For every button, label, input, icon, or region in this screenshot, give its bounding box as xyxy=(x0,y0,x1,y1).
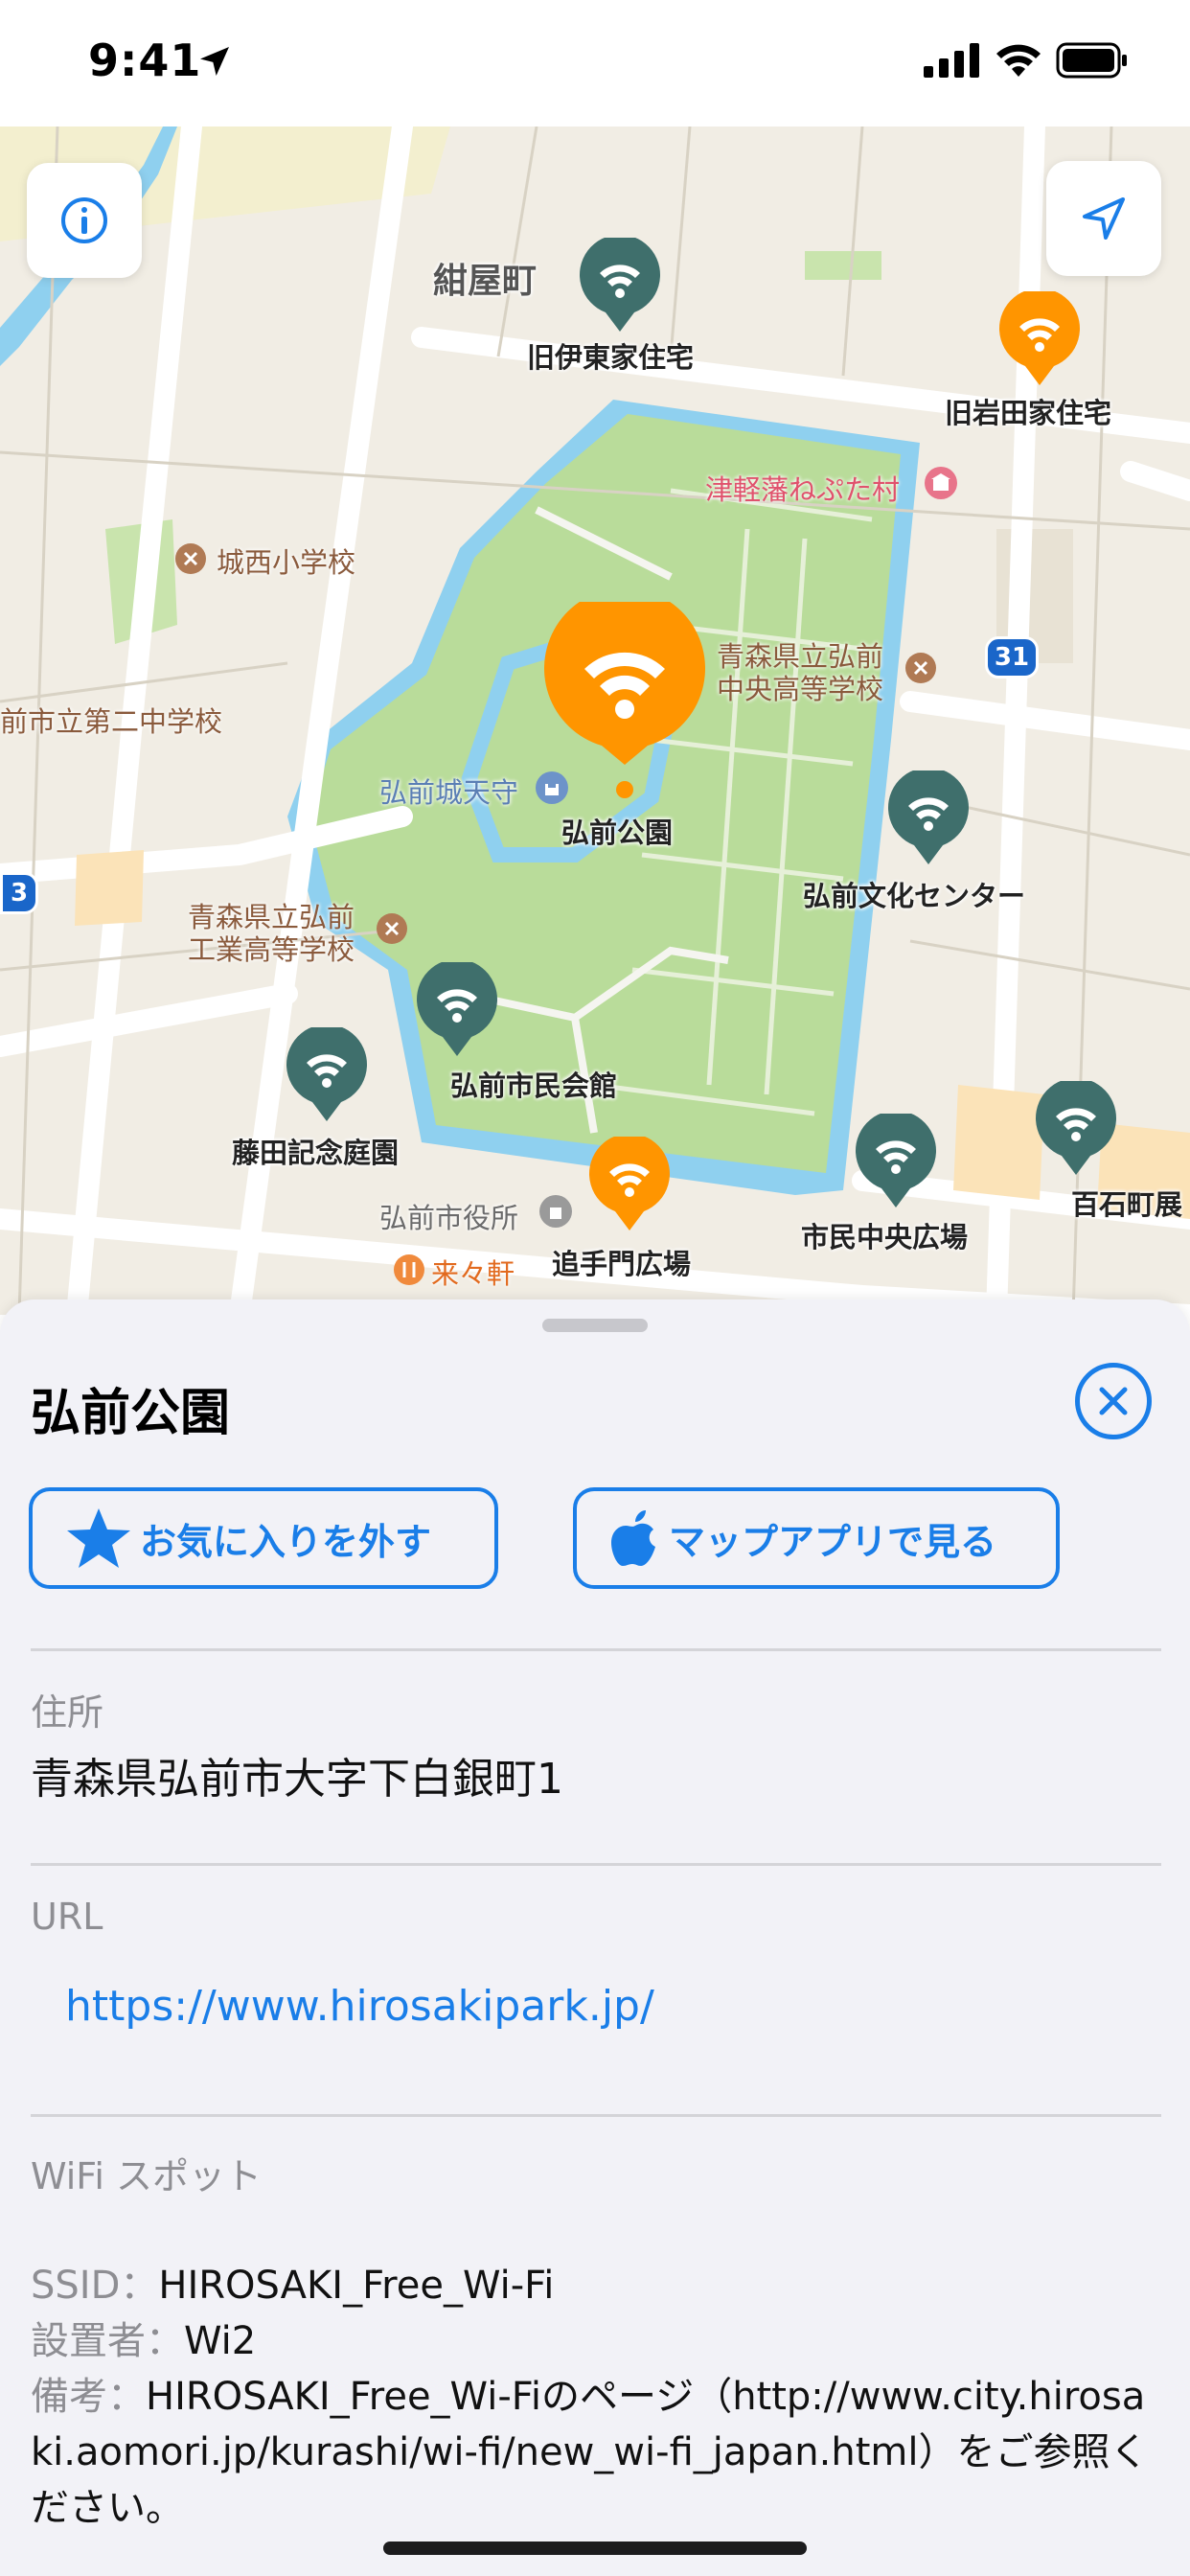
apple-logo-icon xyxy=(611,1510,655,1566)
map-view[interactable]: 紺屋町 旧伊東家住宅 旧岩田家住宅 津軽藩ねぷた村 城西小学校 青森県立弘前 中… xyxy=(0,126,1190,1315)
map-label-daini-jhs: 前市立第二中学校 xyxy=(0,705,223,738)
map-label-hyakkokumachi[interactable]: 百石町展 xyxy=(1071,1183,1182,1223)
status-bar: 9:41 xyxy=(0,0,1190,126)
map-label-shimin-kaikan[interactable]: 弘前市民会館 xyxy=(450,1064,617,1104)
restaurant-poi-icon xyxy=(394,1254,424,1285)
wifi-hotspot-pin[interactable] xyxy=(1035,1077,1117,1177)
divider xyxy=(31,2114,1161,2117)
map-label-fujita-garden[interactable]: 藤田記念庭園 xyxy=(232,1131,399,1171)
ssid-value: HIROSAKI_Free_Wi-Fi xyxy=(158,2264,555,2308)
remove-favorite-label: お気に入りを外す xyxy=(140,1520,432,1563)
school-poi-icon xyxy=(377,913,407,944)
government-poi-icon xyxy=(539,1195,572,1228)
wifi-hotspot-pin[interactable] xyxy=(887,767,970,866)
home-indicator xyxy=(383,2542,807,2555)
favorite-wifi-hotspot-pin[interactable] xyxy=(588,1133,671,1232)
info-icon xyxy=(61,197,107,243)
school-poi-icon xyxy=(175,543,206,574)
map-label-otemon-hiroba[interactable]: 追手門広場 xyxy=(552,1242,691,1282)
map-label-kogyo-hs-2: 工業高等学校 xyxy=(188,933,355,966)
map-label-kyu-ito[interactable]: 旧伊東家住宅 xyxy=(527,335,694,376)
map-label-kyu-iwata[interactable]: 旧岩田家住宅 xyxy=(945,391,1111,431)
cellular-signal-icon xyxy=(924,43,979,78)
address-value: 青森県弘前市大字下白銀町1 xyxy=(31,1755,563,1804)
wifi-hotspot-pin[interactable] xyxy=(855,1110,937,1209)
note-row: 備考：HIROSAKI_Free_Wi-Fiのページ（http://www.ci… xyxy=(31,2369,1161,2536)
wifi-hotspot-pin[interactable] xyxy=(416,958,498,1058)
close-button[interactable] xyxy=(1075,1363,1152,1439)
note-key: 備考： xyxy=(31,2375,146,2419)
ssid-key: SSID： xyxy=(31,2264,159,2308)
status-indicators xyxy=(924,42,1129,79)
location-arrow-icon xyxy=(1083,197,1125,240)
wifi-details: SSID：HIROSAKI_Free_Wi-Fi 設置者：Wi2 備考：HIRO… xyxy=(31,2258,1161,2536)
remove-favorite-button[interactable]: お気に入りを外す xyxy=(29,1487,498,1589)
route-shield-31: 31 xyxy=(985,636,1039,678)
museum-poi-icon xyxy=(925,467,957,499)
map-label-konyamachi: 紺屋町 xyxy=(433,262,538,301)
url-link[interactable]: https://www.hirosakipark.jp/ xyxy=(65,1982,654,2031)
school-poi-icon xyxy=(905,653,936,683)
divider xyxy=(31,1648,1161,1651)
installer-value: Wi2 xyxy=(184,2319,257,2363)
place-title: 弘前公園 xyxy=(31,1385,231,1442)
divider xyxy=(31,1863,1161,1866)
route-shield-3: 3 xyxy=(0,872,38,914)
wifi-hotspot-pin[interactable] xyxy=(579,234,661,334)
map-label-rairaiken: 来々軒 xyxy=(431,1257,515,1290)
map-label-neputa-mura: 津軽藩ねぷた村 xyxy=(705,473,901,506)
star-icon xyxy=(67,1508,130,1568)
info-button[interactable] xyxy=(27,163,142,278)
status-time: 9:41 xyxy=(88,34,202,86)
note-value: HIROSAKI_Free_Wi-Fiのページ（http://www.city.… xyxy=(31,2375,1149,2530)
map-label-bunka-center[interactable]: 弘前文化センター xyxy=(803,874,1025,914)
address-label: 住所 xyxy=(31,1691,104,1734)
installer-row: 設置者：Wi2 xyxy=(31,2313,1161,2369)
wifi-spot-label: WiFi スポット xyxy=(31,2155,263,2197)
sheet-grabber[interactable] xyxy=(542,1319,648,1332)
map-label-city-hall: 弘前市役所 xyxy=(379,1202,519,1234)
map-label-hirosaki-park[interactable]: 弘前公園 xyxy=(561,811,673,851)
location-arrow-icon xyxy=(200,47,229,76)
map-label-shimin-chuo-hiroba[interactable]: 市民中央広場 xyxy=(801,1215,968,1255)
favorite-wifi-hotspot-pin[interactable] xyxy=(998,288,1081,387)
open-in-maps-label: マップアプリで見る xyxy=(669,1520,997,1563)
close-icon xyxy=(1099,1387,1128,1415)
current-location-button[interactable] xyxy=(1046,161,1161,276)
map-label-castle-keep: 弘前城天守 xyxy=(379,776,519,809)
battery-icon xyxy=(1056,42,1127,79)
ssid-row: SSID：HIROSAKI_Free_Wi-Fi xyxy=(31,2258,1161,2313)
installer-key: 設置者： xyxy=(31,2319,184,2363)
url-label: URL xyxy=(31,1896,103,1938)
map-label-josei-school: 城西小学校 xyxy=(217,546,356,579)
open-in-maps-button[interactable]: マップアプリで見る xyxy=(573,1487,1060,1589)
wifi-status-icon xyxy=(996,44,1041,77)
wifi-hotspot-pin[interactable] xyxy=(286,1024,368,1123)
detail-sheet[interactable]: 弘前公園 お気に入りを外す マップアプリで見る 住所 青森県弘前市大字下白銀町1… xyxy=(0,1300,1190,2576)
map-label-chuo-hs-2: 中央高等学校 xyxy=(717,673,884,705)
selected-wifi-hotspot-pin[interactable] xyxy=(542,587,707,799)
